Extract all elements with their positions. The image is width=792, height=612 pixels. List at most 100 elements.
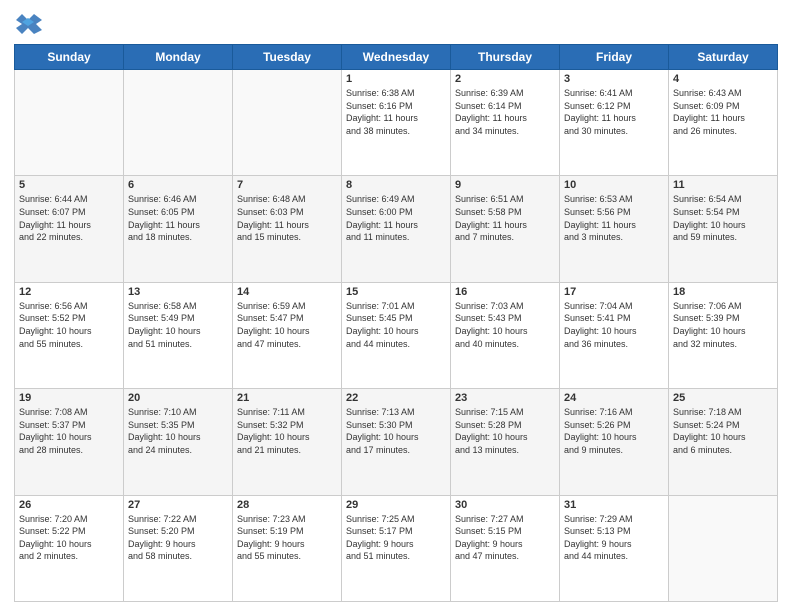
calendar-cell: 17Sunrise: 7:04 AMSunset: 5:41 PMDayligh…: [560, 282, 669, 388]
day-number: 25: [673, 392, 773, 404]
calendar-cell: 20Sunrise: 7:10 AMSunset: 5:35 PMDayligh…: [124, 389, 233, 495]
day-info: Daylight: 10 hours: [19, 431, 119, 444]
day-info: Daylight: 11 hours: [455, 219, 555, 232]
day-info: and 38 minutes.: [346, 125, 446, 138]
calendar-cell: 13Sunrise: 6:58 AMSunset: 5:49 PMDayligh…: [124, 282, 233, 388]
day-info: Sunset: 5:39 PM: [673, 312, 773, 325]
day-info: Sunrise: 6:51 AM: [455, 193, 555, 206]
day-info: and 28 minutes.: [19, 444, 119, 457]
day-info: Sunset: 5:52 PM: [19, 312, 119, 325]
day-info: and 6 minutes.: [673, 444, 773, 457]
calendar-cell: 31Sunrise: 7:29 AMSunset: 5:13 PMDayligh…: [560, 495, 669, 601]
day-info: and 11 minutes.: [346, 231, 446, 244]
day-number: 22: [346, 392, 446, 404]
day-info: Daylight: 9 hours: [455, 538, 555, 551]
day-info: Daylight: 11 hours: [673, 112, 773, 125]
day-info: and 21 minutes.: [237, 444, 337, 457]
calendar-body: 1Sunrise: 6:38 AMSunset: 6:16 PMDaylight…: [15, 70, 778, 602]
day-info: Sunset: 5:26 PM: [564, 419, 664, 432]
day-info: Sunset: 5:22 PM: [19, 525, 119, 538]
day-info: Daylight: 10 hours: [673, 431, 773, 444]
day-info: Sunset: 6:09 PM: [673, 100, 773, 113]
day-info: Sunrise: 6:39 AM: [455, 87, 555, 100]
day-info: Daylight: 11 hours: [237, 219, 337, 232]
calendar-cell: [124, 70, 233, 176]
day-info: Sunrise: 7:03 AM: [455, 300, 555, 313]
day-number: 28: [237, 499, 337, 511]
day-info: Sunrise: 7:18 AM: [673, 406, 773, 419]
day-info: Sunrise: 7:06 AM: [673, 300, 773, 313]
day-info: Sunset: 5:41 PM: [564, 312, 664, 325]
calendar-cell: 19Sunrise: 7:08 AMSunset: 5:37 PMDayligh…: [15, 389, 124, 495]
day-info: Sunset: 5:20 PM: [128, 525, 228, 538]
calendar-cell: 6Sunrise: 6:46 AMSunset: 6:05 PMDaylight…: [124, 176, 233, 282]
day-info: and 40 minutes.: [455, 338, 555, 351]
day-number: 29: [346, 499, 446, 511]
day-number: 27: [128, 499, 228, 511]
day-info: and 32 minutes.: [673, 338, 773, 351]
day-info: Daylight: 10 hours: [19, 325, 119, 338]
calendar-cell: 21Sunrise: 7:11 AMSunset: 5:32 PMDayligh…: [233, 389, 342, 495]
day-info: and 55 minutes.: [19, 338, 119, 351]
calendar-week-4: 19Sunrise: 7:08 AMSunset: 5:37 PMDayligh…: [15, 389, 778, 495]
calendar-cell: 25Sunrise: 7:18 AMSunset: 5:24 PMDayligh…: [669, 389, 778, 495]
day-info: Daylight: 11 hours: [19, 219, 119, 232]
day-info: Sunset: 6:00 PM: [346, 206, 446, 219]
day-info: Sunset: 5:47 PM: [237, 312, 337, 325]
weekday-header-monday: Monday: [124, 45, 233, 70]
day-number: 15: [346, 286, 446, 298]
calendar-cell: 29Sunrise: 7:25 AMSunset: 5:17 PMDayligh…: [342, 495, 451, 601]
day-number: 5: [19, 179, 119, 191]
day-number: 19: [19, 392, 119, 404]
day-number: 13: [128, 286, 228, 298]
day-info: Sunset: 6:07 PM: [19, 206, 119, 219]
day-info: and 44 minutes.: [346, 338, 446, 351]
day-info: Sunset: 5:32 PM: [237, 419, 337, 432]
day-info: and 9 minutes.: [564, 444, 664, 457]
day-info: Daylight: 10 hours: [19, 538, 119, 551]
calendar-week-5: 26Sunrise: 7:20 AMSunset: 5:22 PMDayligh…: [15, 495, 778, 601]
day-info: Sunrise: 7:20 AM: [19, 513, 119, 526]
weekday-header-tuesday: Tuesday: [233, 45, 342, 70]
day-info: Sunrise: 7:13 AM: [346, 406, 446, 419]
day-info: Sunset: 6:03 PM: [237, 206, 337, 219]
day-info: Sunset: 5:35 PM: [128, 419, 228, 432]
day-info: Sunrise: 7:27 AM: [455, 513, 555, 526]
day-info: Sunset: 6:14 PM: [455, 100, 555, 113]
day-info: Sunset: 5:37 PM: [19, 419, 119, 432]
day-info: Sunset: 5:30 PM: [346, 419, 446, 432]
calendar-cell: 12Sunrise: 6:56 AMSunset: 5:52 PMDayligh…: [15, 282, 124, 388]
day-info: and 55 minutes.: [237, 550, 337, 563]
weekday-header-wednesday: Wednesday: [342, 45, 451, 70]
day-info: Sunrise: 7:16 AM: [564, 406, 664, 419]
day-info: Sunrise: 7:22 AM: [128, 513, 228, 526]
day-info: Sunrise: 7:01 AM: [346, 300, 446, 313]
calendar-page: SundayMondayTuesdayWednesdayThursdayFrid…: [0, 0, 792, 612]
day-info: Daylight: 10 hours: [455, 325, 555, 338]
calendar-cell: 15Sunrise: 7:01 AMSunset: 5:45 PMDayligh…: [342, 282, 451, 388]
day-info: and 30 minutes.: [564, 125, 664, 138]
day-number: 18: [673, 286, 773, 298]
weekday-header-saturday: Saturday: [669, 45, 778, 70]
weekday-header-friday: Friday: [560, 45, 669, 70]
day-number: 31: [564, 499, 664, 511]
day-info: and 26 minutes.: [673, 125, 773, 138]
day-info: Sunset: 5:58 PM: [455, 206, 555, 219]
day-info: Sunrise: 7:29 AM: [564, 513, 664, 526]
weekday-header-row: SundayMondayTuesdayWednesdayThursdayFrid…: [15, 45, 778, 70]
day-number: 4: [673, 73, 773, 85]
day-info: and 3 minutes.: [564, 231, 664, 244]
day-info: Daylight: 11 hours: [128, 219, 228, 232]
day-info: and 36 minutes.: [564, 338, 664, 351]
calendar-cell: 4Sunrise: 6:43 AMSunset: 6:09 PMDaylight…: [669, 70, 778, 176]
day-info: Sunrise: 6:48 AM: [237, 193, 337, 206]
day-number: 10: [564, 179, 664, 191]
day-number: 2: [455, 73, 555, 85]
calendar-cell: 2Sunrise: 6:39 AMSunset: 6:14 PMDaylight…: [451, 70, 560, 176]
day-info: Sunset: 6:12 PM: [564, 100, 664, 113]
day-number: 11: [673, 179, 773, 191]
calendar-cell: 10Sunrise: 6:53 AMSunset: 5:56 PMDayligh…: [560, 176, 669, 282]
day-info: and 44 minutes.: [564, 550, 664, 563]
weekday-header-thursday: Thursday: [451, 45, 560, 70]
day-info: and 47 minutes.: [237, 338, 337, 351]
